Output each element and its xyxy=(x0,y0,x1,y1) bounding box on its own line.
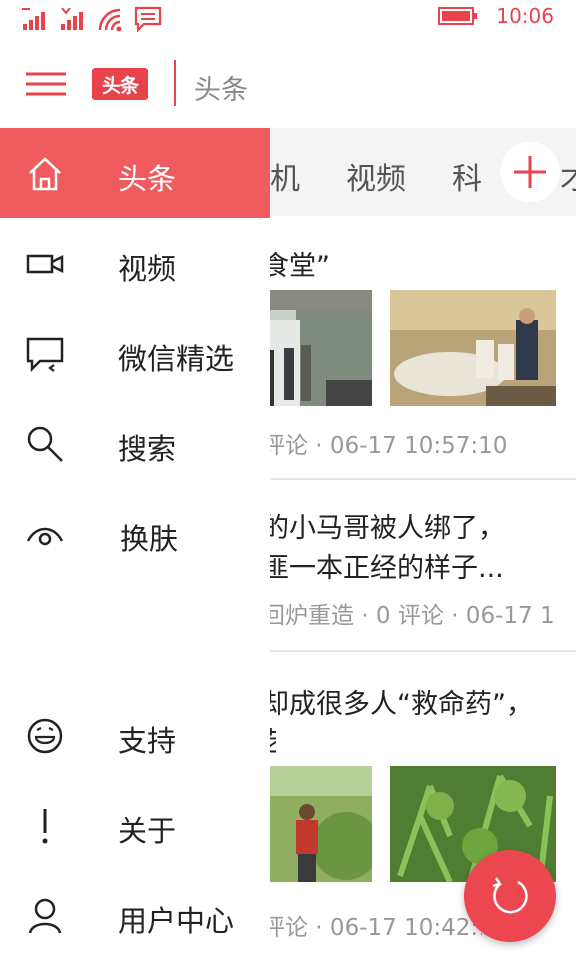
hamburger-menu-button[interactable] xyxy=(24,68,68,104)
tab-phone[interactable]: 机 xyxy=(270,154,300,198)
status-icons xyxy=(22,6,162,32)
exclamation-icon xyxy=(42,809,48,844)
add-channel-button[interactable] xyxy=(500,142,560,202)
status-bar: 10:06 xyxy=(0,0,576,40)
nav-item-support[interactable]: 支持 xyxy=(0,690,270,780)
article-title: 匪一本正经的样子... xyxy=(262,553,504,584)
article-thumbnail xyxy=(390,290,556,406)
tab-partial[interactable]: 才 xyxy=(560,154,576,198)
wifi-icon xyxy=(98,8,122,32)
clock: 10:06 xyxy=(496,4,554,28)
nav-item-wechat-picks[interactable]: 微信精选 xyxy=(0,308,270,398)
navigation-drawer: 头条 视频 微信精选 搜索 换肤 支持 关于 用户中心 xyxy=(0,128,270,960)
search-icon xyxy=(27,426,63,462)
article-meta: 评论 · 06-17 10:57:10 xyxy=(262,433,508,459)
plus-icon xyxy=(514,156,546,188)
video-camera-icon xyxy=(26,254,64,274)
nav-label: 关于 xyxy=(118,814,177,848)
nav-label: 头条 xyxy=(118,162,177,196)
home-icon xyxy=(29,157,61,191)
user-icon xyxy=(28,898,62,934)
signal-strength-icon xyxy=(22,8,45,30)
battery-icon xyxy=(438,7,478,25)
hamburger-icon xyxy=(26,72,66,96)
article-title: 却成很多人“救命药”， xyxy=(262,689,533,720)
article-title: 食堂” xyxy=(262,251,330,282)
nav-label: 视频 xyxy=(118,252,177,286)
banquet-room-photo xyxy=(390,290,556,406)
nav-item-search[interactable]: 搜索 xyxy=(0,398,270,488)
tab-tech[interactable]: 科 xyxy=(452,154,490,198)
article-meta: 回炉重造 · 0 评论 · 06-17 1 xyxy=(262,603,555,629)
signal-strength-icon-2 xyxy=(61,8,83,30)
nav-label: 微信精选 xyxy=(118,342,235,376)
nav-label: 用户中心 xyxy=(118,904,235,938)
eye-icon xyxy=(26,527,64,546)
app-logo: 头条 xyxy=(92,68,148,100)
nav-item-headlines[interactable]: 头条 xyxy=(0,128,270,218)
article-title: 的小马哥被人绑了， xyxy=(262,513,505,544)
article-meta: 评论 · 06-17 10:42:1 xyxy=(262,915,482,941)
chat-bubble-icon xyxy=(26,337,64,373)
page-title: 头条 xyxy=(194,75,248,106)
app-bar: 头条 头条 xyxy=(0,40,576,128)
tab-video[interactable]: 视频 xyxy=(346,154,406,198)
nav-item-theme[interactable]: 换肤 xyxy=(0,488,270,578)
nav-item-user-center[interactable]: 用户中心 xyxy=(0,870,270,960)
title-divider xyxy=(174,60,176,106)
nav-item-video[interactable]: 视频 xyxy=(0,218,270,308)
nav-label: 支持 xyxy=(118,724,177,758)
smiley-icon xyxy=(27,718,63,754)
message-icon xyxy=(134,6,162,32)
nav-label: 换肤 xyxy=(120,522,179,556)
nav-label: 搜索 xyxy=(118,432,177,466)
nav-item-about[interactable]: 关于 xyxy=(0,780,270,870)
refresh-icon xyxy=(492,877,528,914)
refresh-button[interactable] xyxy=(464,850,556,942)
